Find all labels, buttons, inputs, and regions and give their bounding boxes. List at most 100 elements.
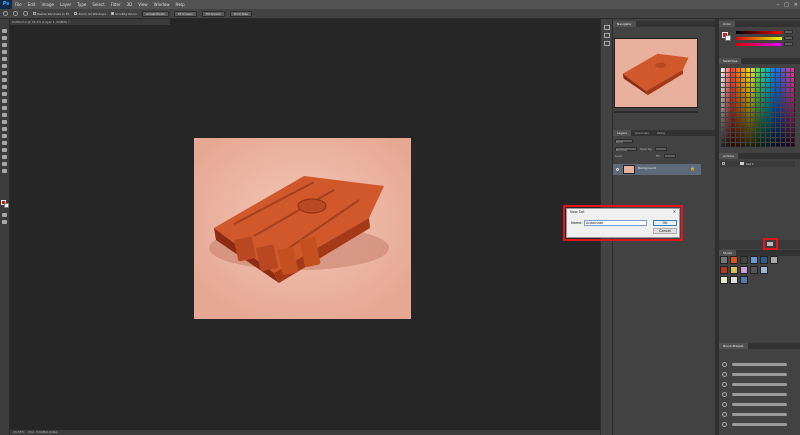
history-panel-icon[interactable] (604, 25, 610, 30)
actual-pixels-button[interactable]: Actual Pixels (141, 10, 169, 17)
tab-channels[interactable]: Channels (631, 130, 653, 136)
brush-stroke-preview[interactable] (732, 413, 787, 416)
tab-swatches[interactable]: Swatches (719, 58, 742, 64)
green-value-field[interactable] (784, 36, 793, 40)
brush-tip-icon[interactable] (722, 372, 727, 377)
style-swatch[interactable] (740, 266, 748, 274)
style-swatch[interactable] (740, 256, 748, 264)
brush-tip-icon[interactable] (722, 392, 727, 397)
move-tool-icon[interactable] (2, 29, 7, 33)
info-panel-icon[interactable] (604, 41, 610, 46)
extra-tools-icon[interactable] (2, 169, 7, 173)
eyedropper-tool-icon[interactable] (2, 64, 7, 68)
blur-tool-icon[interactable] (2, 113, 7, 117)
type-tool-icon[interactable] (2, 134, 7, 138)
toggle-item-checkbox-icon[interactable] (722, 162, 725, 165)
zoom-all-windows-option[interactable]: Zoom All Windows (74, 12, 106, 16)
menu-filter[interactable]: Filter (108, 2, 124, 7)
brush-stroke-preview[interactable] (732, 363, 787, 366)
scrubby-zoom-option[interactable]: Scrubby Zoom (111, 12, 137, 16)
visibility-eye-icon[interactable] (616, 168, 619, 171)
dodge-tool-icon[interactable] (2, 120, 7, 124)
document-canvas[interactable] (194, 138, 411, 319)
brush-tip-icon[interactable] (722, 412, 727, 417)
checkbox-icon[interactable] (33, 12, 36, 15)
print-size-button[interactable]: Print Size (229, 10, 252, 17)
green-slider[interactable] (736, 37, 782, 40)
dialog-close-icon[interactable]: ✕ (673, 209, 676, 214)
zoom-level[interactable]: 33.33% (13, 430, 24, 434)
resize-windows-option[interactable]: Resize Windows to Fit (33, 12, 69, 16)
cancel-button[interactable]: Cancel (653, 228, 677, 234)
checkbox-icon[interactable] (74, 12, 78, 15)
lasso-tool-icon[interactable] (2, 43, 7, 47)
menu-view[interactable]: View (135, 2, 151, 7)
brush-tip-icon[interactable] (722, 362, 727, 367)
blue-value-field[interactable] (784, 42, 793, 46)
brush-stroke-preview[interactable] (732, 373, 787, 376)
gradient-tool-icon[interactable] (2, 106, 7, 110)
shape-tool-icon[interactable] (2, 148, 7, 152)
brush-tool-icon[interactable] (2, 78, 7, 82)
brush-stroke-preview[interactable] (732, 403, 787, 406)
history-brush-tool-icon[interactable] (2, 92, 7, 96)
menu-window[interactable]: Window (151, 2, 173, 7)
hand-tool-icon[interactable] (2, 155, 7, 159)
blue-slider[interactable] (736, 43, 782, 46)
style-swatch[interactable] (730, 256, 738, 264)
menu-layer[interactable]: Layer (57, 2, 74, 7)
color-background-chip[interactable] (725, 35, 731, 41)
screen-mode-icon[interactable] (2, 220, 7, 224)
menu-help[interactable]: Help (172, 2, 187, 7)
red-value-field[interactable] (784, 30, 793, 34)
style-swatch[interactable] (720, 276, 728, 284)
brush-stroke-preview[interactable] (732, 423, 787, 426)
style-swatch[interactable] (760, 256, 768, 264)
menu-image[interactable]: Image (38, 2, 57, 7)
style-swatch[interactable] (760, 266, 768, 274)
tab-layers[interactable]: Layers (613, 130, 631, 136)
menu-file[interactable]: File (12, 2, 25, 7)
zoom-out-icon[interactable] (23, 11, 28, 16)
quick-select-tool-icon[interactable] (2, 50, 7, 54)
brush-stroke-preview[interactable] (732, 393, 787, 396)
fit-screen-button[interactable]: Fit Screen (173, 10, 197, 17)
style-swatch[interactable] (740, 276, 748, 284)
style-swatch[interactable] (750, 266, 758, 274)
style-swatch[interactable] (750, 256, 758, 264)
crop-tool-icon[interactable] (2, 57, 7, 61)
menu-type[interactable]: Type (74, 2, 89, 7)
blend-mode-select[interactable]: Normal (615, 146, 637, 152)
style-swatch[interactable] (770, 256, 778, 264)
fill-field[interactable] (663, 153, 676, 158)
quick-mask-icon[interactable] (2, 213, 7, 217)
navigator-zoom-slider[interactable] (614, 111, 698, 113)
document-tab[interactable]: Untitled-1 @ 33.3% (Layer 1, RGB/8) * (10, 19, 170, 25)
brush-tip-icon[interactable] (722, 382, 727, 387)
menu-edit[interactable]: Edit (25, 2, 39, 7)
navigator-thumbnail[interactable] (614, 38, 698, 108)
ok-button[interactable]: OK (653, 220, 677, 226)
brush-stroke-preview[interactable] (732, 383, 787, 386)
close-icon[interactable]: ✕ (794, 2, 798, 8)
fill-screen-button[interactable]: Fill Screen (201, 10, 225, 17)
brush-tip-icon[interactable] (722, 422, 727, 427)
checkbox-checked-icon[interactable] (111, 12, 115, 15)
minimize-icon[interactable]: – (777, 2, 780, 8)
tab-navigator[interactable]: Navigator (613, 21, 636, 27)
action-set-row[interactable] (720, 161, 795, 167)
tab-paths[interactable]: Paths (653, 130, 669, 136)
eraser-tool-icon[interactable] (2, 99, 7, 103)
style-swatch[interactable] (720, 256, 728, 264)
red-slider[interactable] (736, 31, 782, 34)
tab-brush-presets[interactable]: Brush Presets (719, 343, 748, 349)
opacity-field[interactable] (655, 146, 668, 151)
style-swatch[interactable] (720, 266, 728, 274)
kind-filter-select[interactable]: Kind (615, 138, 633, 144)
marquee-tool-icon[interactable] (2, 36, 7, 40)
maximize-icon[interactable]: □ (784, 2, 789, 8)
pen-tool-icon[interactable] (2, 127, 7, 131)
style-swatch[interactable] (730, 276, 738, 284)
background-color-swatch[interactable] (4, 203, 9, 208)
healing-brush-tool-icon[interactable] (2, 71, 7, 75)
